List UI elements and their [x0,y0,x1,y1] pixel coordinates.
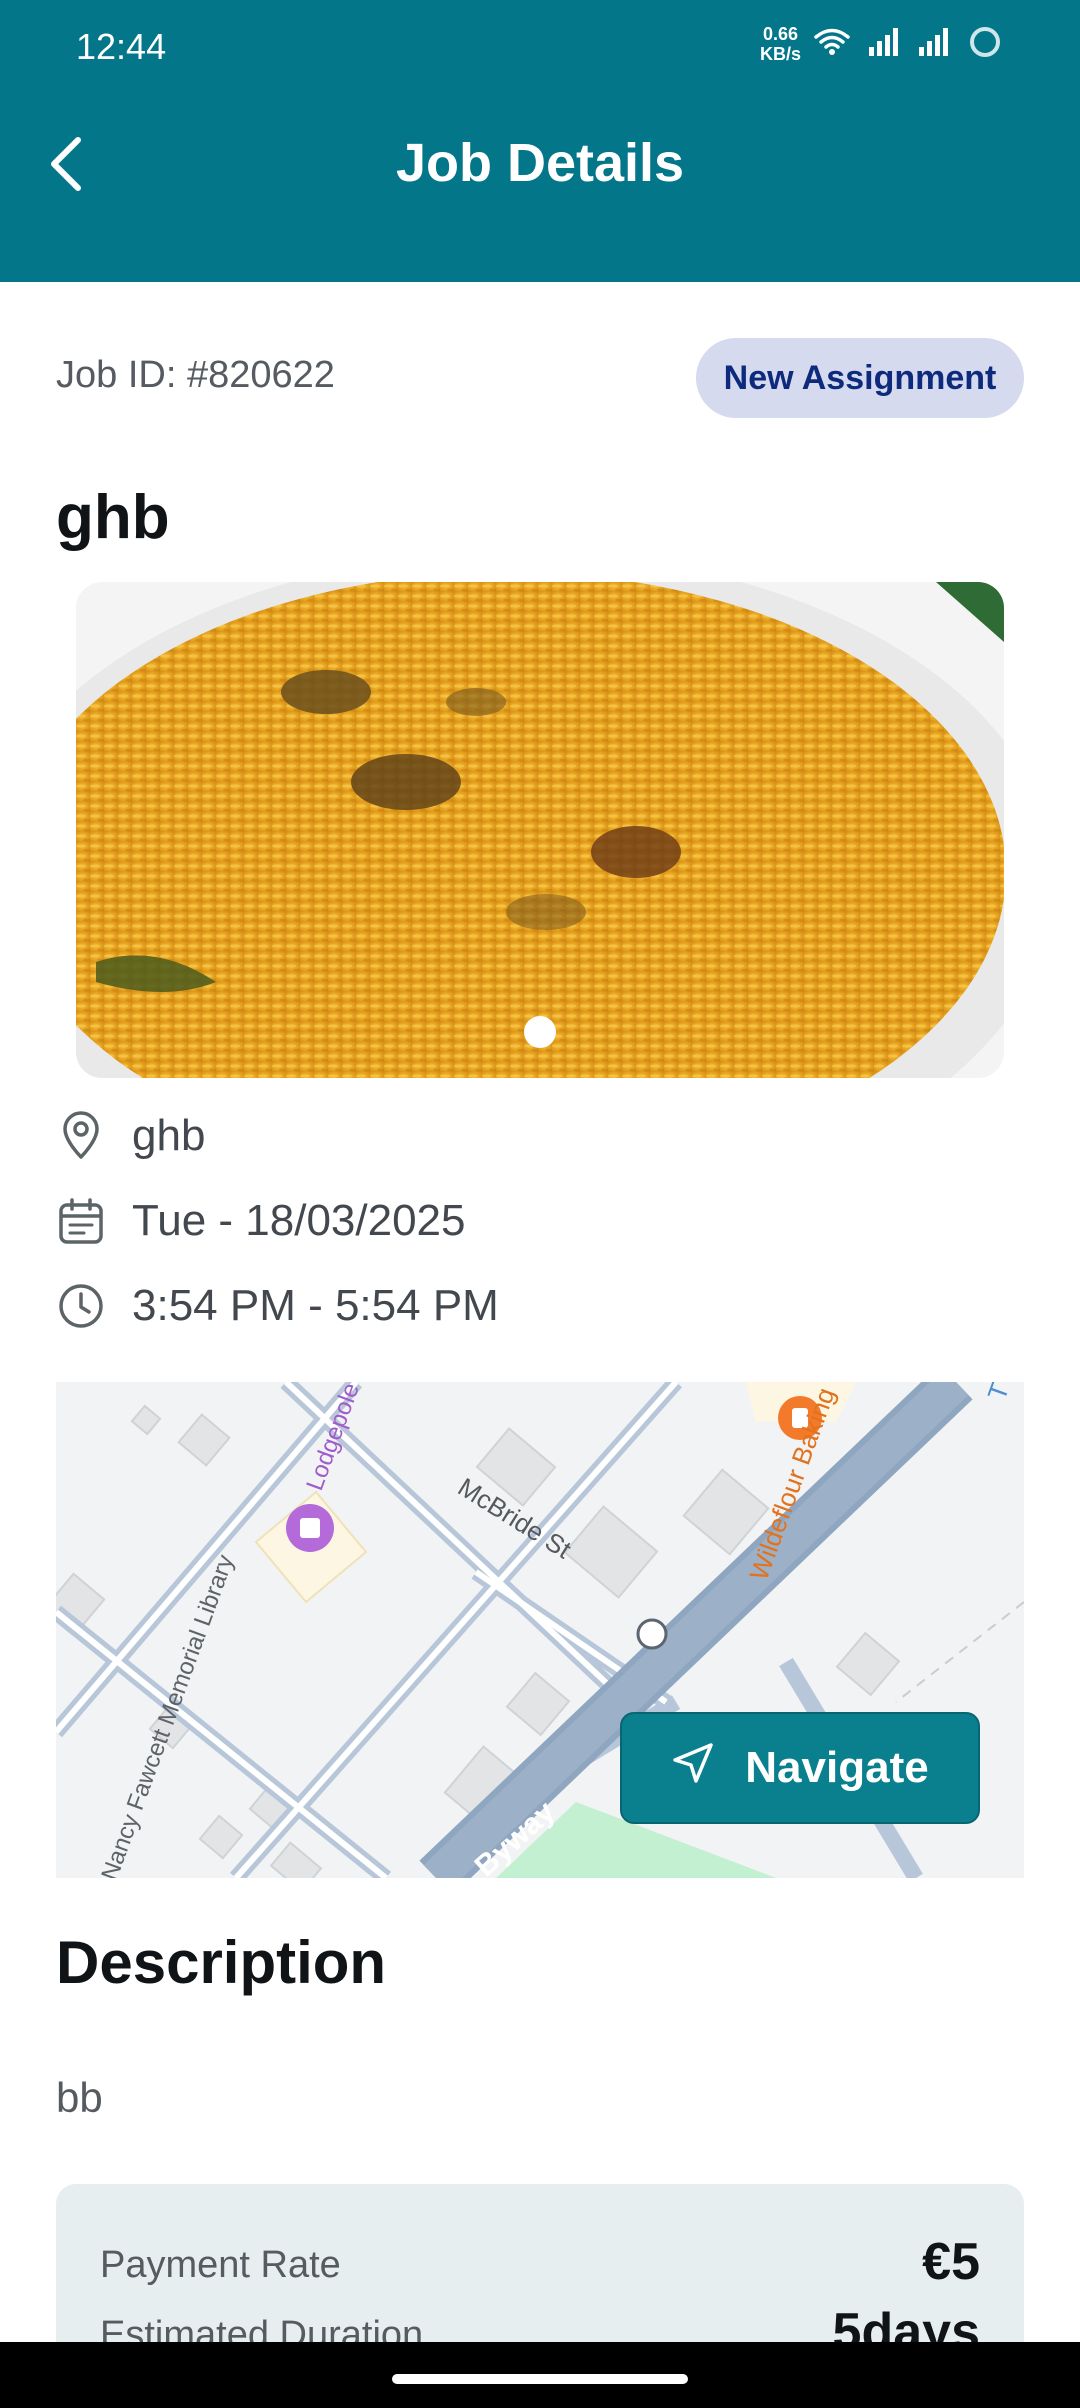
job-id: Job ID: #820622 [56,354,335,396]
payment-rate-value: €5 [922,2233,980,2291]
status-icons [814,22,1002,66]
date-row: Tue - 18/03/2025 [56,1191,466,1251]
description-text: bb [56,2074,103,2121]
page-title: Job Details [395,133,685,193]
carousel-indicator [524,1016,556,1048]
network-speed-unit: KB/s [760,44,802,64]
navigation-arrow-icon [671,1741,715,1796]
clock-icon [56,1281,106,1331]
location-row: ghb [56,1106,205,1166]
app-screen: 12:44 0.66 KB/s Job Details Job ID: #820… [0,0,1080,2408]
navigate-label: Navigate [745,1743,929,1792]
status-badge: New Assignment [696,338,1024,418]
loading-ring-icon [968,25,1002,64]
status-time: 12:44 [76,26,167,67]
calendar-icon [56,1196,106,1246]
signal-icon [918,27,950,62]
time-text: 3:54 PM - 5:54 PM [132,1281,499,1330]
food-photo [76,582,1004,1078]
description-heading: Description [56,1929,387,1996]
time-row: 3:54 PM - 5:54 PM [56,1276,499,1336]
job-title: ghb [56,483,170,552]
location-text: ghb [132,1111,206,1160]
location-pin-icon [56,1111,106,1161]
home-indicator[interactable] [392,2374,688,2384]
navigate-button[interactable]: Navigate [620,1712,980,1824]
network-speed: 0.66 KB/s [760,24,801,64]
wifi-icon [814,27,850,62]
job-photo-carousel[interactable] [76,582,1004,1078]
payment-rate-label: Payment Rate [100,2244,341,2286]
date-text: Tue - 18/03/2025 [132,1196,466,1245]
app-header: 12:44 0.66 KB/s Job Details [0,0,1080,282]
signal-icon [868,27,900,62]
network-speed-value: 0.66 [762,24,799,44]
